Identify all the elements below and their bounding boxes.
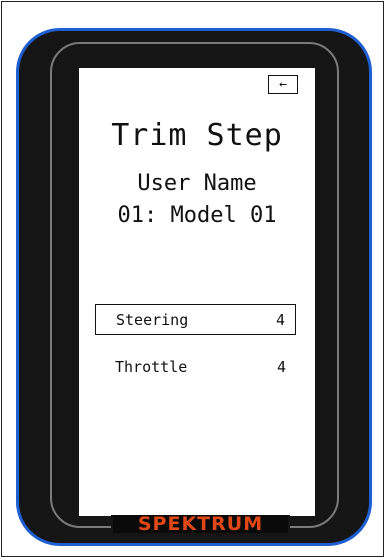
menu-item-value: 4 bbox=[275, 310, 285, 329]
menu-item-label: Steering bbox=[116, 310, 189, 329]
left-arrow-icon: ← bbox=[279, 77, 287, 92]
brand-logo: SPEKTRUM bbox=[137, 512, 264, 535]
user-name-label: User Name bbox=[137, 171, 257, 196]
back-button[interactable]: ← bbox=[268, 75, 298, 94]
menu-item-throttle[interactable]: Throttle 4 bbox=[95, 351, 296, 382]
menu-item-value: 4 bbox=[276, 357, 286, 376]
brand-bar: SPEKTRUM bbox=[111, 512, 290, 535]
model-label: 01: Model 01 bbox=[117, 203, 277, 228]
lcd-screen: ← Trim Step User Name 01: Model 01 Steer… bbox=[79, 68, 315, 516]
menu-item-steering[interactable]: Steering 4 bbox=[95, 304, 296, 335]
page-title: Trim Step bbox=[111, 118, 283, 153]
menu-item-label: Throttle bbox=[115, 357, 188, 376]
